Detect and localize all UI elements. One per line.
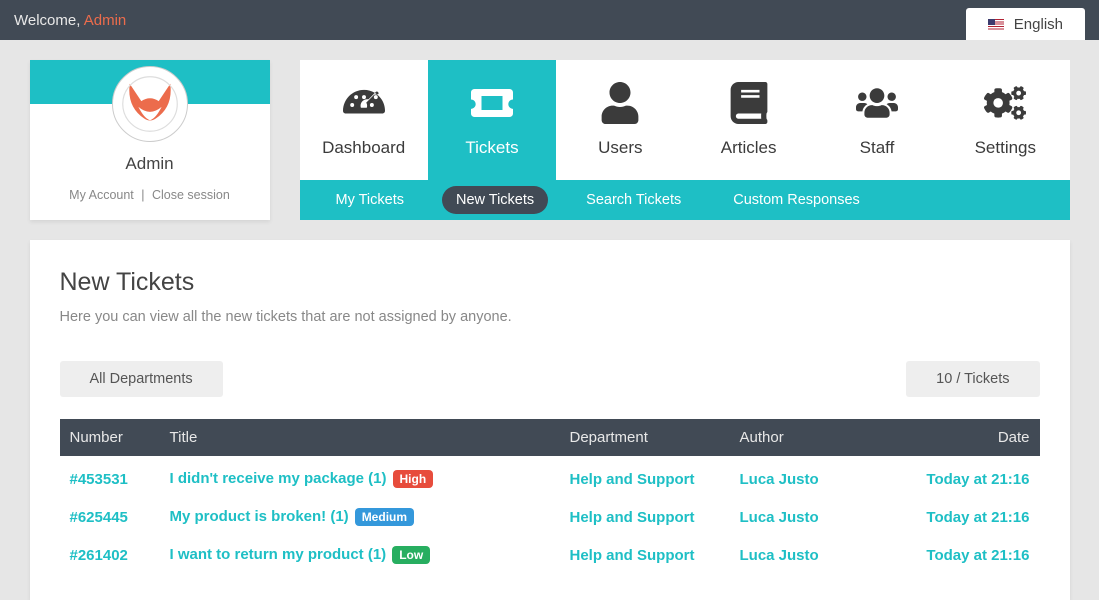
nav-label: Settings	[975, 138, 1036, 158]
user-icon	[599, 82, 641, 124]
col-date: Date	[900, 419, 1040, 456]
nav-label: Users	[598, 138, 642, 158]
col-title: Title	[160, 419, 560, 456]
tab-articles[interactable]: Articles	[684, 60, 812, 180]
priority-badge: High	[393, 470, 434, 488]
tab-tickets[interactable]: Tickets	[428, 60, 556, 180]
profile-links: My Account | Close session	[30, 188, 270, 202]
tab-staff[interactable]: Staff	[813, 60, 941, 180]
department-filter[interactable]: All Departments	[60, 361, 223, 397]
separator: |	[141, 188, 144, 202]
subtab-custom-responses[interactable]: Custom Responses	[719, 186, 874, 214]
tickets-table: Number Title Department Author Date #453…	[60, 419, 1040, 570]
welcome-username: Admin	[84, 12, 127, 29]
page-description: Here you can view all the new tickets th…	[60, 309, 1040, 325]
ticket-department[interactable]: Help and Support	[570, 509, 695, 526]
ticket-title[interactable]: I want to return my product (1)	[170, 546, 387, 563]
content-card: New Tickets Here you can view all the ne…	[30, 240, 1070, 600]
users-icon	[856, 82, 898, 124]
ticket-title[interactable]: I didn't receive my package (1)	[170, 470, 387, 487]
tab-settings[interactable]: Settings	[941, 60, 1069, 180]
ticket-author[interactable]: Luca Justo	[740, 471, 819, 488]
ticket-date: Today at 21:16	[926, 471, 1029, 488]
ticket-number[interactable]: #625445	[70, 509, 128, 526]
ticket-date: Today at 21:16	[926, 547, 1029, 564]
my-account-link[interactable]: My Account	[69, 188, 134, 202]
welcome-text: Welcome, Admin	[14, 12, 126, 29]
table-row[interactable]: #625445 My product is broken! (1) Medium He…	[60, 494, 1040, 532]
language-selector[interactable]: English	[966, 8, 1085, 40]
filters-row: All Departments 10 / Tickets	[60, 361, 1040, 397]
ticket-department[interactable]: Help and Support	[570, 547, 695, 564]
tab-users[interactable]: Users	[556, 60, 684, 180]
nav-label: Tickets	[465, 138, 518, 158]
priority-badge: Low	[392, 546, 430, 564]
profile-name: Admin	[30, 154, 270, 174]
close-session-link[interactable]: Close session	[152, 188, 230, 202]
ticket-date: Today at 21:16	[926, 509, 1029, 526]
nav-label: Staff	[860, 138, 895, 158]
ticket-number[interactable]: #261402	[70, 547, 128, 564]
page-title: New Tickets	[60, 268, 1040, 297]
ticket-author[interactable]: Luca Justo	[740, 509, 819, 526]
ticket-title[interactable]: My product is broken! (1)	[170, 508, 349, 525]
col-author: Author	[730, 419, 900, 456]
fox-icon	[121, 75, 179, 133]
ticket-icon	[471, 82, 513, 124]
topbar: Welcome, Admin English	[0, 0, 1099, 40]
pagesize-filter[interactable]: 10 / Tickets	[906, 361, 1039, 397]
table-row[interactable]: #453531 I didn't receive my package (1) Hi…	[60, 456, 1040, 494]
nav-label: Articles	[721, 138, 777, 158]
priority-badge: Medium	[355, 508, 414, 526]
ticket-department[interactable]: Help and Support	[570, 471, 695, 488]
table-row[interactable]: #261402 I want to return my product (1) Lo…	[60, 532, 1040, 570]
ticket-author[interactable]: Luca Justo	[740, 547, 819, 564]
tab-dashboard[interactable]: Dashboard	[300, 60, 428, 180]
us-flag-icon	[988, 19, 1004, 30]
subtab-my-tickets[interactable]: My Tickets	[322, 186, 418, 214]
avatar	[112, 66, 188, 142]
profile-card: Admin My Account | Close session	[30, 60, 270, 220]
book-icon	[728, 82, 770, 124]
col-department: Department	[560, 419, 730, 456]
subtabs: My Tickets New Tickets Search Tickets Cu…	[300, 180, 1070, 220]
main-nav: Dashboard Tickets Users Articles Staff	[300, 60, 1070, 180]
nav-label: Dashboard	[322, 138, 405, 158]
ticket-number[interactable]: #453531	[70, 471, 128, 488]
language-label: English	[1014, 16, 1063, 33]
col-number: Number	[60, 419, 160, 456]
subtab-search-tickets[interactable]: Search Tickets	[572, 186, 695, 214]
welcome-prefix: Welcome,	[14, 12, 84, 29]
table-header-row: Number Title Department Author Date	[60, 419, 1040, 456]
cogs-icon	[984, 82, 1026, 124]
subtab-new-tickets[interactable]: New Tickets	[442, 186, 548, 214]
gauge-icon	[343, 82, 385, 124]
